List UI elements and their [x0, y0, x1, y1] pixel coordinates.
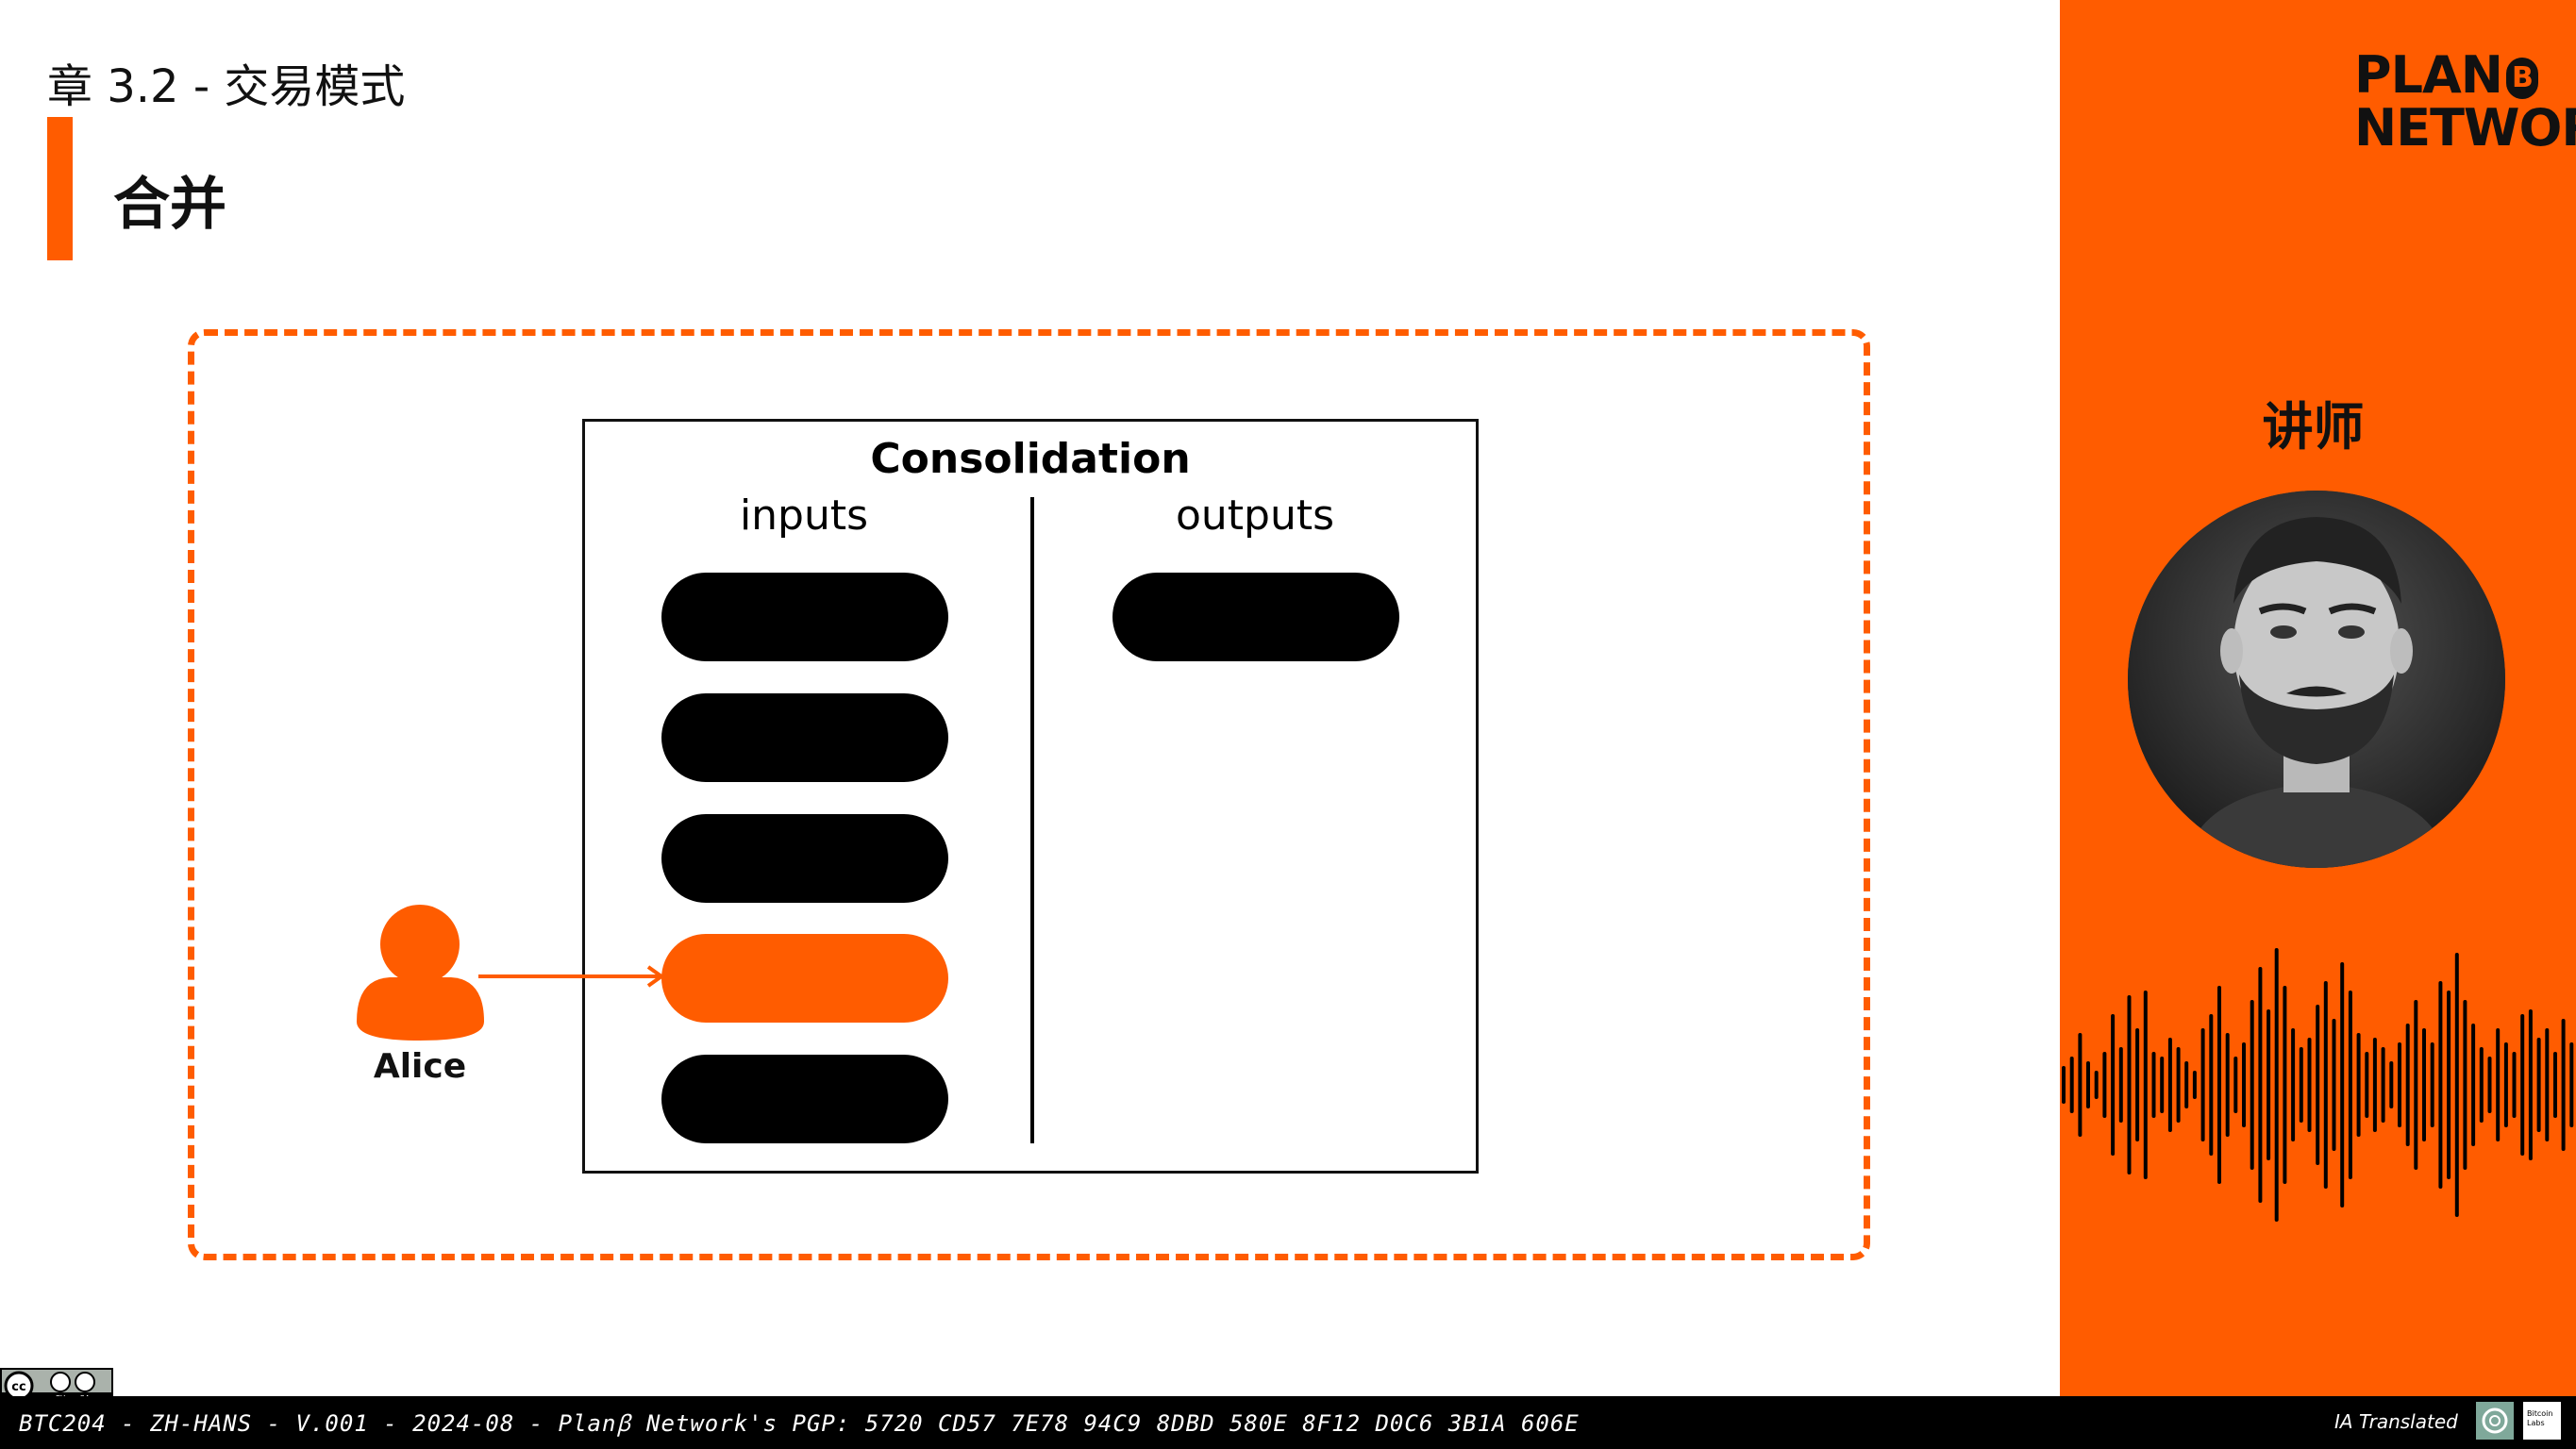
ai-logo-icon — [2476, 1402, 2514, 1440]
arrow-icon — [478, 965, 665, 988]
instructor-label: 讲师 — [2262, 397, 2365, 457]
waveform-bar — [2553, 1052, 2557, 1118]
waveform-bar — [2184, 1061, 2189, 1108]
waveform-bar — [2086, 1061, 2090, 1108]
input-utxo-5 — [661, 1055, 948, 1143]
waveform-bar — [2447, 991, 2451, 1179]
waveform-bar — [2487, 1057, 2492, 1113]
chapter-heading: 章 3.2 - 交易模式 — [47, 60, 406, 113]
slide-main: 章 3.2 - 交易模式 合并 Consolidation inputs out… — [0, 0, 2060, 1396]
waveform-bar — [2258, 967, 2263, 1203]
title-accent-bar — [47, 117, 73, 260]
waveform-bar — [2143, 991, 2148, 1179]
input-utxo-alice — [661, 934, 948, 1023]
output-utxo — [1112, 573, 1399, 661]
waveform-bar — [2250, 1000, 2254, 1170]
cc-text: cc — [11, 1380, 25, 1394]
waveform-bar — [2422, 1028, 2426, 1141]
waveform-bar — [2078, 1033, 2083, 1137]
waveform-bar — [2340, 962, 2345, 1208]
waveform-bar — [2307, 1038, 2312, 1132]
waveform-bar — [2291, 1028, 2296, 1141]
inputs-label: inputs — [739, 491, 869, 540]
waveform-bar — [2160, 1057, 2165, 1113]
waveform-bar — [2430, 1042, 2434, 1127]
waveform-bar — [2528, 1009, 2533, 1160]
waveform-bar — [2118, 1047, 2123, 1123]
alice-label: Alice — [373, 1047, 467, 1086]
waveform-bar — [2561, 1019, 2566, 1151]
waveform-bar — [2471, 1024, 2476, 1146]
input-utxo-2 — [661, 693, 948, 782]
waveform-bar — [2536, 1038, 2541, 1132]
instructor-portrait — [2128, 491, 2505, 868]
waveform-bar — [2332, 1019, 2336, 1151]
waveform-bar — [2111, 1014, 2116, 1156]
waveform-bar — [2167, 1038, 2172, 1132]
ia-translated-label: IA Translated — [2334, 1410, 2458, 1433]
waveform-bar — [2365, 1052, 2369, 1118]
sidebar: PLANB NETWORK 讲师 — [2060, 0, 2576, 1396]
waveform-bar — [2479, 1047, 2484, 1123]
waveform-bar — [2062, 1066, 2066, 1104]
waveform-bar — [2274, 948, 2279, 1222]
waveform-bar — [2217, 986, 2221, 1184]
waveform-bar — [2356, 1033, 2361, 1137]
plan-b-network-logo: PLANB NETWORK — [2354, 49, 2576, 158]
waveform-bar — [2176, 1047, 2181, 1123]
waveform-bar — [2398, 1042, 2401, 1127]
consolidation-transaction-box: Consolidation inputs outputs — [582, 419, 1479, 1174]
lab-text: Bitcoin Labs — [2527, 1409, 2553, 1427]
inputs-outputs-divider — [1030, 497, 1034, 1143]
waveform-bar — [2200, 1028, 2205, 1141]
waveform-bar — [2372, 1038, 2377, 1132]
waveform-bar — [2069, 1057, 2074, 1113]
waveform-bar — [2381, 1047, 2385, 1123]
waveform-bar — [2242, 1042, 2246, 1127]
waveform-bar — [2316, 1005, 2320, 1165]
bitcoin-b-icon: B — [2505, 58, 2538, 99]
waveform-bar — [2127, 995, 2132, 1174]
waveform-bar — [2135, 1028, 2140, 1141]
bitcoin-labs-icon: Bitcoin Labs — [2523, 1402, 2561, 1440]
waveform-bar — [2225, 1033, 2230, 1137]
waveform-bar — [2414, 1000, 2418, 1170]
waveform-bar — [2520, 1014, 2525, 1156]
waveform-bar — [2389, 1061, 2394, 1108]
waveform-bar — [2267, 1009, 2271, 1160]
waveform-bar — [2323, 981, 2328, 1189]
waveform-bar — [2299, 1047, 2303, 1123]
waveform-bar — [2454, 953, 2459, 1217]
input-utxo-1 — [661, 573, 948, 661]
footer-bar: BTC204 - ZH-HANS - V.001 - 2024-08 - Pla… — [0, 1396, 2576, 1449]
waveform-bar — [2438, 981, 2443, 1189]
audio-waveform — [2062, 948, 2574, 1222]
waveform-bar — [2503, 1042, 2508, 1127]
outputs-label: outputs — [1175, 491, 1335, 540]
waveform-bar — [2102, 1052, 2107, 1118]
instructor-avatar — [2128, 491, 2505, 868]
waveform-bar — [2545, 1028, 2550, 1141]
input-utxo-3 — [661, 814, 948, 903]
waveform-bar — [2348, 991, 2352, 1179]
logo-line-2: NETWORK — [2354, 98, 2576, 158]
footer-course-info: BTC204 - ZH-HANS - V.001 - 2024-08 - Pla… — [19, 1410, 1580, 1437]
waveform-bar — [2512, 1052, 2517, 1118]
logo-line-1: PLAN — [2354, 45, 2503, 105]
waveform-bar — [2233, 1057, 2238, 1113]
transaction-title: Consolidation — [870, 435, 1191, 483]
waveform-bar — [2569, 1042, 2574, 1127]
waveform-bar — [2496, 1028, 2501, 1141]
waveform-bar — [2192, 1071, 2197, 1099]
waveform-bar — [2405, 1024, 2410, 1146]
waveform-bar — [2283, 986, 2287, 1184]
waveform-bar — [2463, 1000, 2467, 1170]
waveform-bar — [2209, 1014, 2214, 1156]
section-title: 合并 — [113, 172, 226, 238]
waveform-bar — [2094, 1071, 2099, 1099]
waveform-bar — [2151, 1052, 2156, 1118]
